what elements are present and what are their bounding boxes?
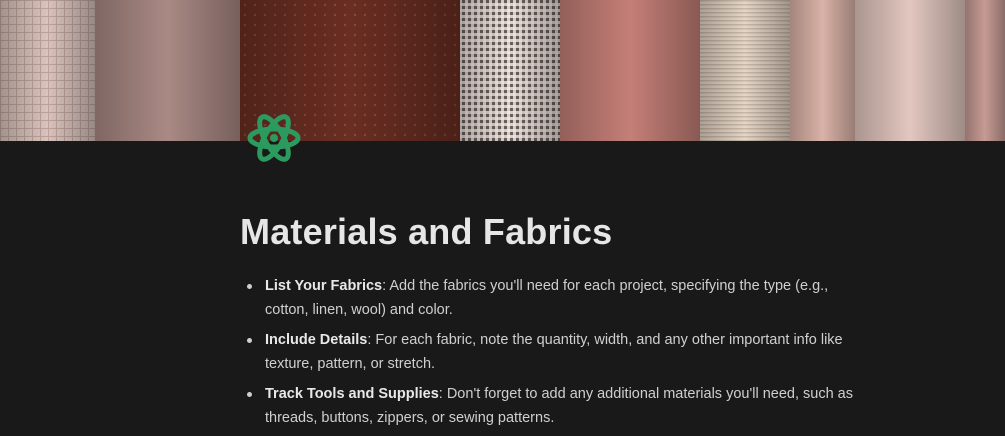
bullet-list-item[interactable]: Include Details: For each fabric, note t… xyxy=(240,328,860,376)
atom-icon[interactable] xyxy=(244,108,304,168)
page-title[interactable]: Materials and Fabrics xyxy=(240,210,860,254)
bullet-term: Include Details xyxy=(265,332,368,348)
page-content: Materials and Fabrics List Your Fabrics:… xyxy=(240,210,860,436)
bullet-list-item[interactable]: List Your Fabrics: Add the fabrics you'l… xyxy=(240,274,860,322)
bullet-list-item[interactable]: Track Tools and Supplies: Don't forget t… xyxy=(240,382,860,430)
page-cover-image[interactable] xyxy=(0,0,1005,141)
bullet-term: Track Tools and Supplies xyxy=(265,386,439,402)
bullet-list: List Your Fabrics: Add the fabrics you'l… xyxy=(240,274,860,430)
bullet-term: List Your Fabrics xyxy=(265,278,383,294)
